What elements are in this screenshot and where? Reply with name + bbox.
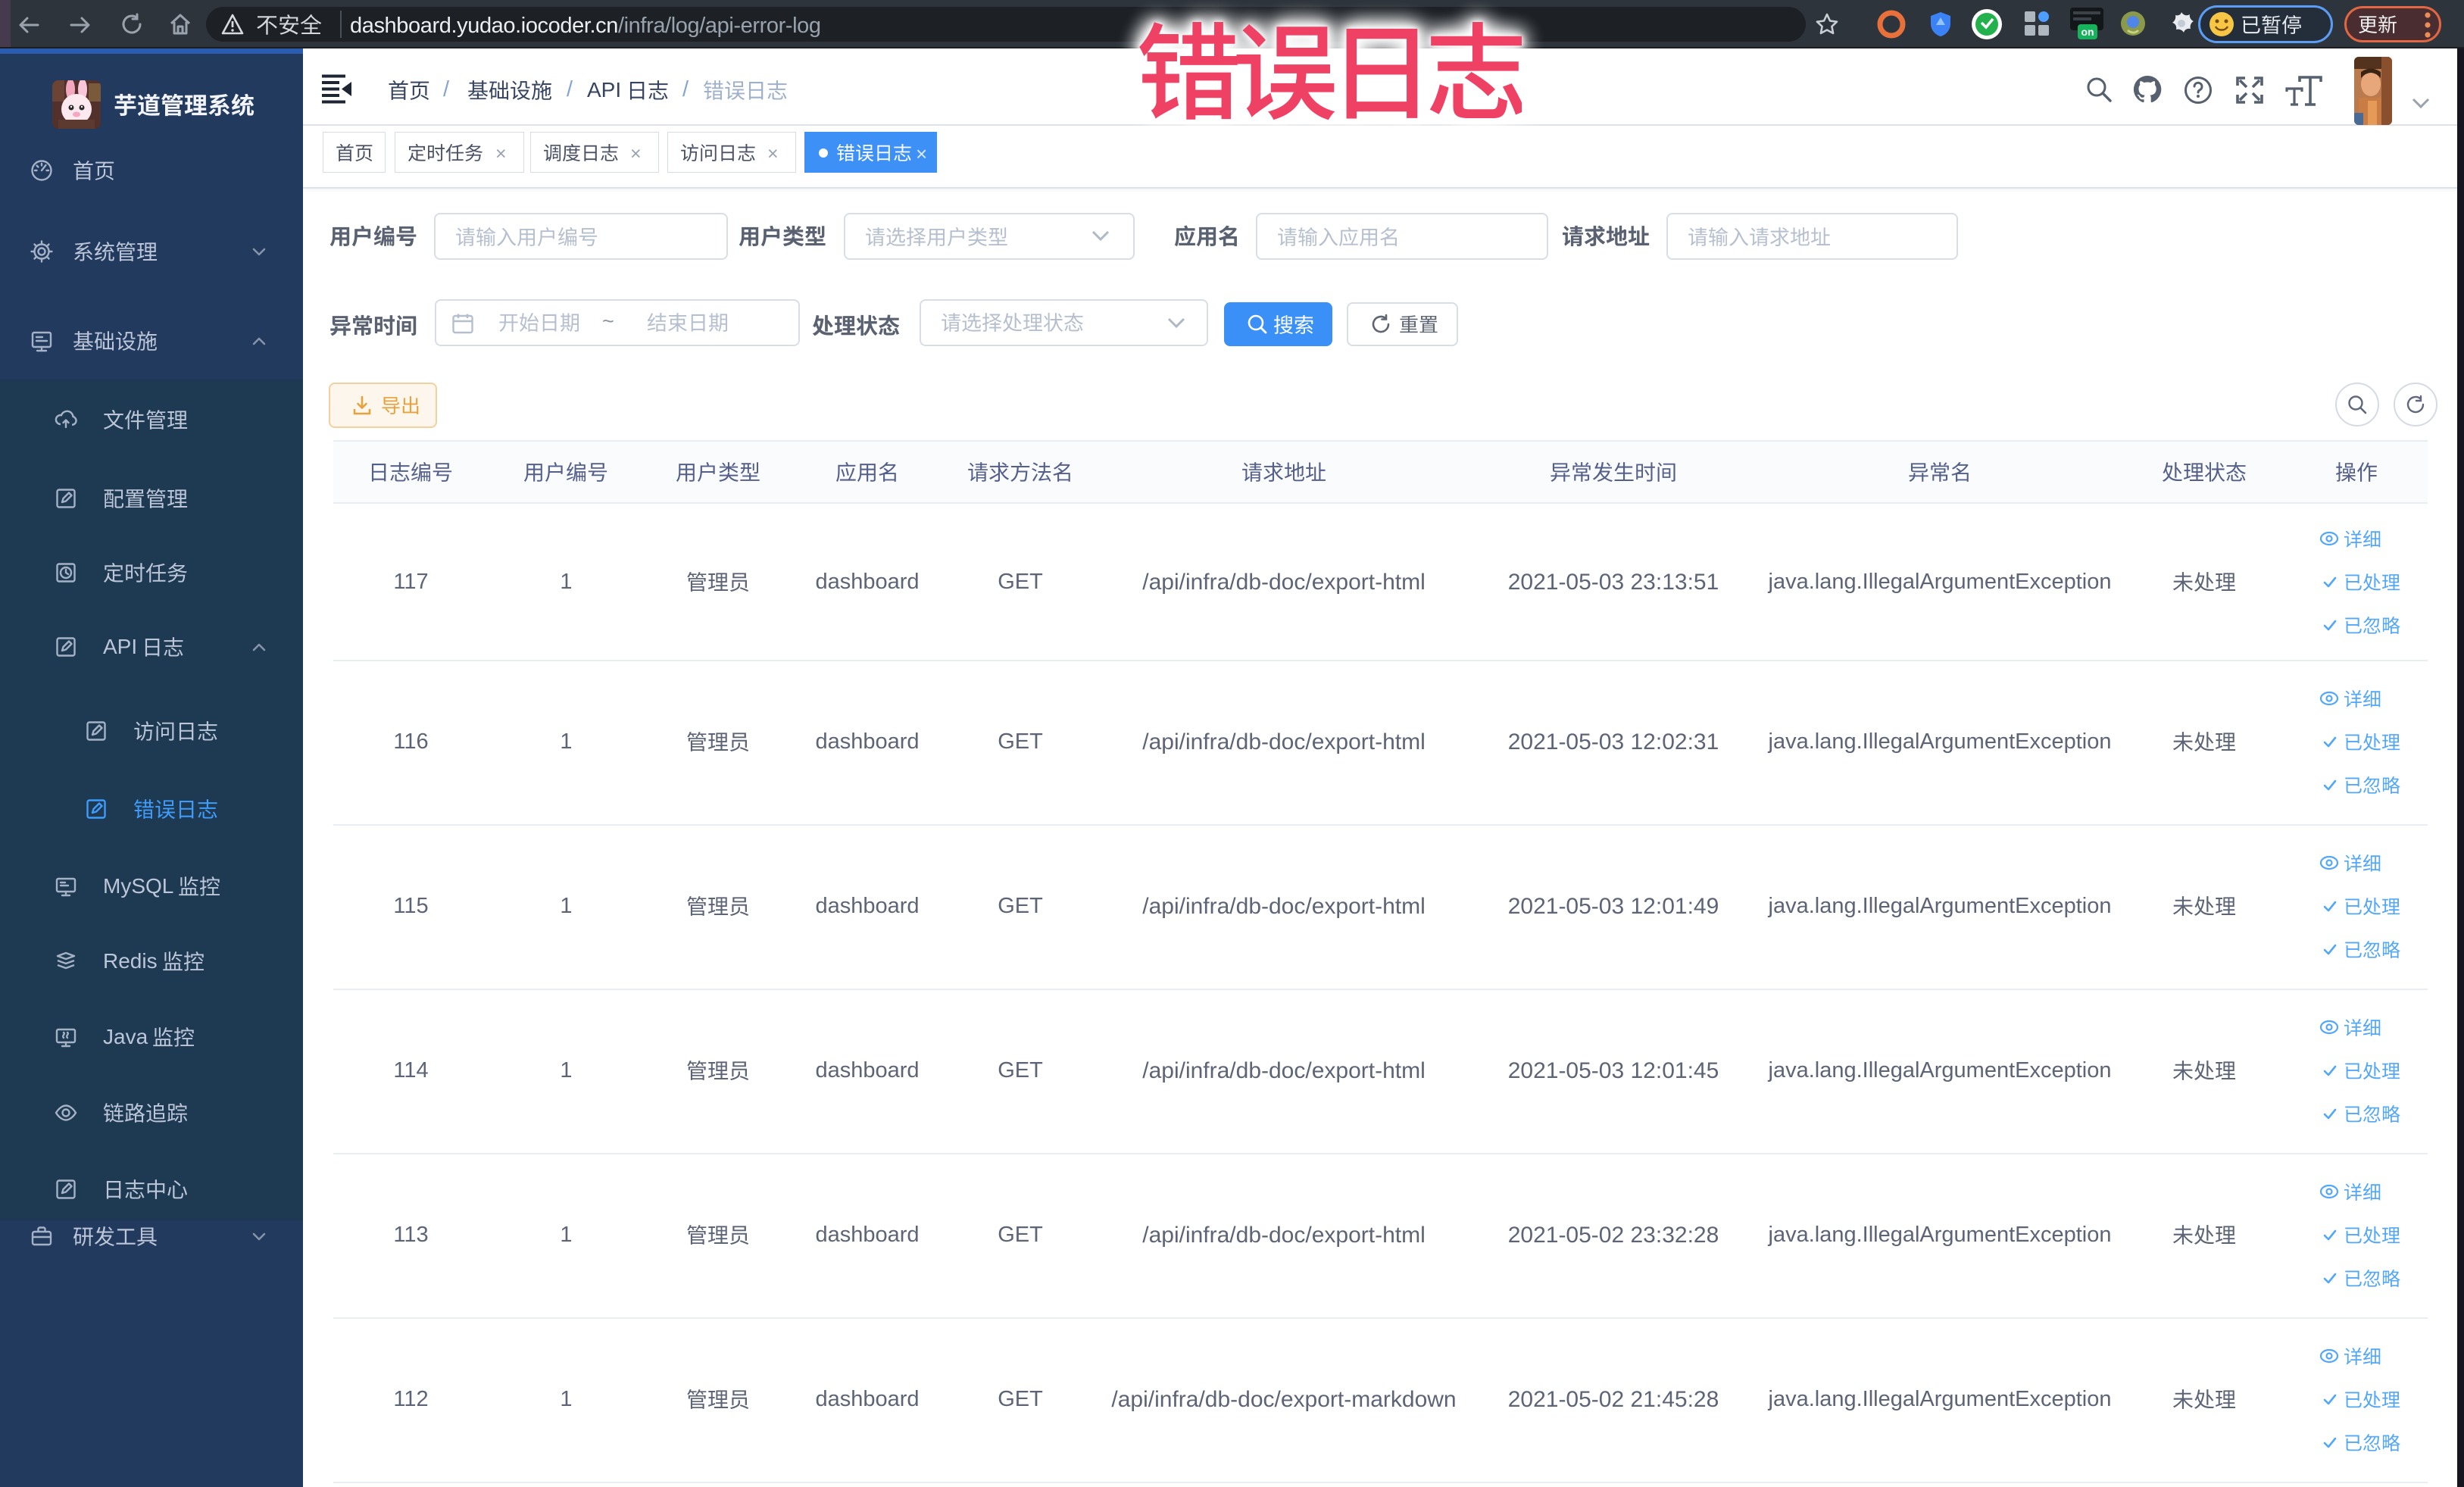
- svg-text:on: on: [2081, 26, 2094, 38]
